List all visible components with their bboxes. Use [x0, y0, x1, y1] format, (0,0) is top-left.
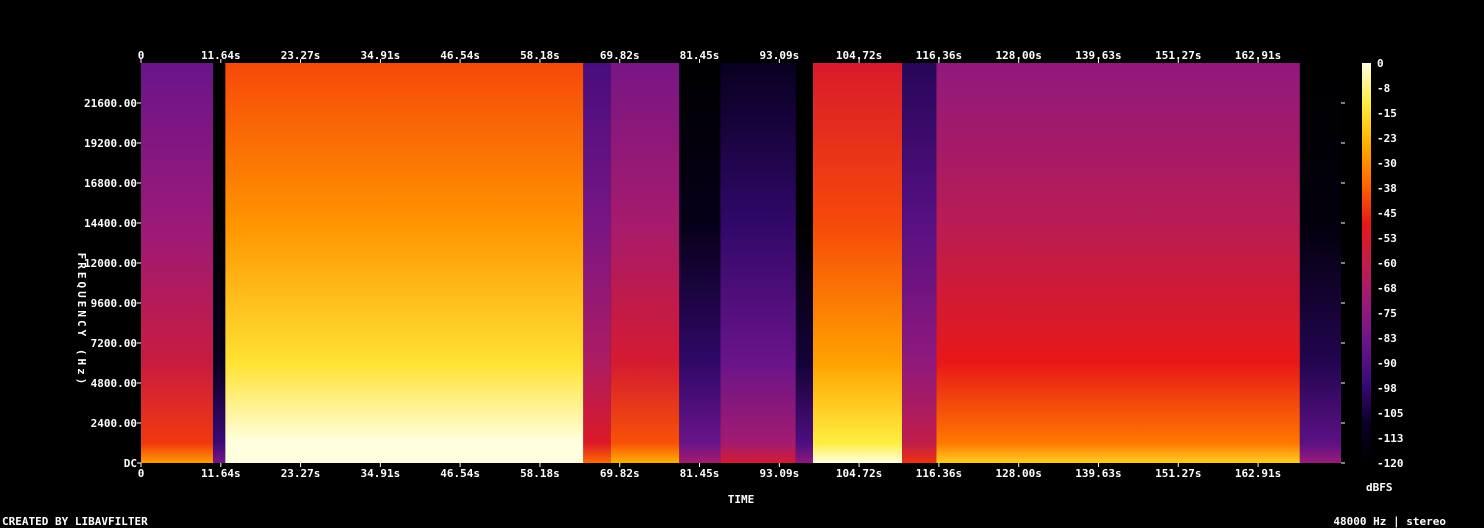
x-tick-label-bottom: 116.36s: [916, 467, 962, 480]
x-tick-label-top: 81.45s: [680, 49, 720, 62]
colorbar-tick-label: -53: [1377, 232, 1397, 245]
x-tick-label-bottom: 104.72s: [836, 467, 882, 480]
footer-credit: CREATED BY LIBAVFILTER: [2, 515, 148, 528]
y-tick-label: 21600.00: [84, 97, 137, 110]
x-tick-label-top: 46.54s: [440, 49, 480, 62]
colorbar-tick-label: -68: [1377, 282, 1397, 295]
y-tick-label: 7200.00: [91, 337, 137, 350]
x-tick-label-bottom: 81.45s: [680, 467, 720, 480]
x-tick-label-top: 11.64s: [201, 49, 241, 62]
y-tick-label: 14400.00: [84, 217, 137, 230]
x-tick-label-top: 93.09s: [759, 49, 799, 62]
colorbar-tick-label: -60: [1377, 257, 1397, 270]
spectrogram-segment: [679, 63, 721, 463]
spectrogram-segment: [720, 63, 796, 463]
spectrogram-segment: [1299, 63, 1341, 463]
x-tick-label-bottom: 93.09s: [759, 467, 799, 480]
x-tick-label-bottom: 162.91s: [1235, 467, 1281, 480]
x-axis-bottom: 0 11.64s 23.27s 34.91s 46.54s 58.18s 69.82s 81.…: [138, 463, 1281, 480]
colorbar-tick-label: -83: [1377, 332, 1397, 345]
spectrogram-segment: [141, 63, 213, 463]
spectrogram-segment: [902, 63, 937, 463]
x-tick-label-top: 104.72s: [836, 49, 882, 62]
x-tick-label-bottom: 34.91s: [361, 467, 401, 480]
x-tick-label-top: 69.82s: [600, 49, 640, 62]
footer-format: 48000 Hz ∣ stereo: [1333, 515, 1446, 528]
x-tick-label-top: 128.00s: [996, 49, 1042, 62]
x-tick-label-top: 162.91s: [1235, 49, 1281, 62]
colorbar-tick-label: 0: [1377, 57, 1384, 70]
spectrogram-segment: [225, 63, 584, 463]
x-tick-label-bottom: 0: [138, 467, 145, 480]
spectrogram-segment: [213, 63, 226, 463]
x-tick-label-top: 116.36s: [916, 49, 962, 62]
colorbar-tick-label: -30: [1377, 157, 1397, 170]
y-tick-label: 2400.00: [91, 417, 137, 430]
x-axis-top: 0 11.64s 23.27s 34.91s 46.54s 58.18s 69.82s 81.…: [138, 49, 1281, 63]
colorbar-tick-label: -23: [1377, 132, 1397, 145]
y-tick-label: 9600.00: [91, 297, 137, 310]
x-axis-label: TIME: [728, 493, 755, 506]
y-tick-label: 12000.00: [84, 257, 137, 270]
x-tick-label-top: 58.18s: [520, 49, 560, 62]
colorbar-tick-label: -105: [1377, 407, 1404, 420]
x-tick-label-bottom: 23.27s: [281, 467, 321, 480]
x-tick-label-bottom: 128.00s: [996, 467, 1042, 480]
x-tick-label-bottom: 58.18s: [520, 467, 560, 480]
y-tick-label: 19200.00: [84, 137, 137, 150]
plot-area: [141, 63, 1341, 463]
x-tick-label-bottom: 46.54s: [440, 467, 480, 480]
colorbar-tick-label: -75: [1377, 307, 1397, 320]
spectrogram-segment: [813, 63, 903, 463]
colorbar-gradient: [1362, 63, 1371, 463]
colorbar-tick-label: -15: [1377, 107, 1397, 120]
spectrogram-segment: [936, 63, 1300, 463]
x-tick-label-top: 0: [138, 49, 145, 62]
y-tick-label: 4800.00: [91, 377, 137, 390]
y-tick-label: DC: [124, 457, 137, 470]
x-tick-label-top: 23.27s: [281, 49, 321, 62]
y-axis-label: FREQUENCY (Hz): [74, 252, 88, 388]
colorbar-tick-label: -38: [1377, 182, 1397, 195]
spectrogram-segment: [610, 63, 680, 463]
spectrogram-segment: [795, 63, 813, 463]
colorbar-tick-label: -90: [1377, 357, 1397, 370]
x-tick-label-top: 151.27s: [1155, 49, 1201, 62]
colorbar-tick-label: -120: [1377, 457, 1404, 470]
x-tick-label-top: 139.63s: [1075, 49, 1121, 62]
x-tick-label-bottom: 139.63s: [1075, 467, 1121, 480]
colorbar: 0 -8 -15 -23 -30 -38 -45 -53 -60 -68 -75 -83 -90 -98 -…: [1362, 57, 1404, 470]
x-tick-label-bottom: 69.82s: [600, 467, 640, 480]
x-tick-label-top: 34.91s: [361, 49, 401, 62]
colorbar-tick-label: -113: [1377, 432, 1404, 445]
colorbar-tick-label: -98: [1377, 382, 1397, 395]
colorbar-label: dBFS: [1366, 481, 1393, 494]
y-tick-label: 16800.00: [84, 177, 137, 190]
colorbar-tick-label: -8: [1377, 82, 1390, 95]
x-tick-label-bottom: 151.27s: [1155, 467, 1201, 480]
spectrogram-chart: 0 11.64s 23.27s 34.91s 46.54s 58.18s 69.82s 81.…: [84, 49, 1404, 506]
x-tick-label-bottom: 11.64s: [201, 467, 241, 480]
colorbar-tick-label: -45: [1377, 207, 1397, 220]
spectrogram-segment: [583, 63, 611, 463]
